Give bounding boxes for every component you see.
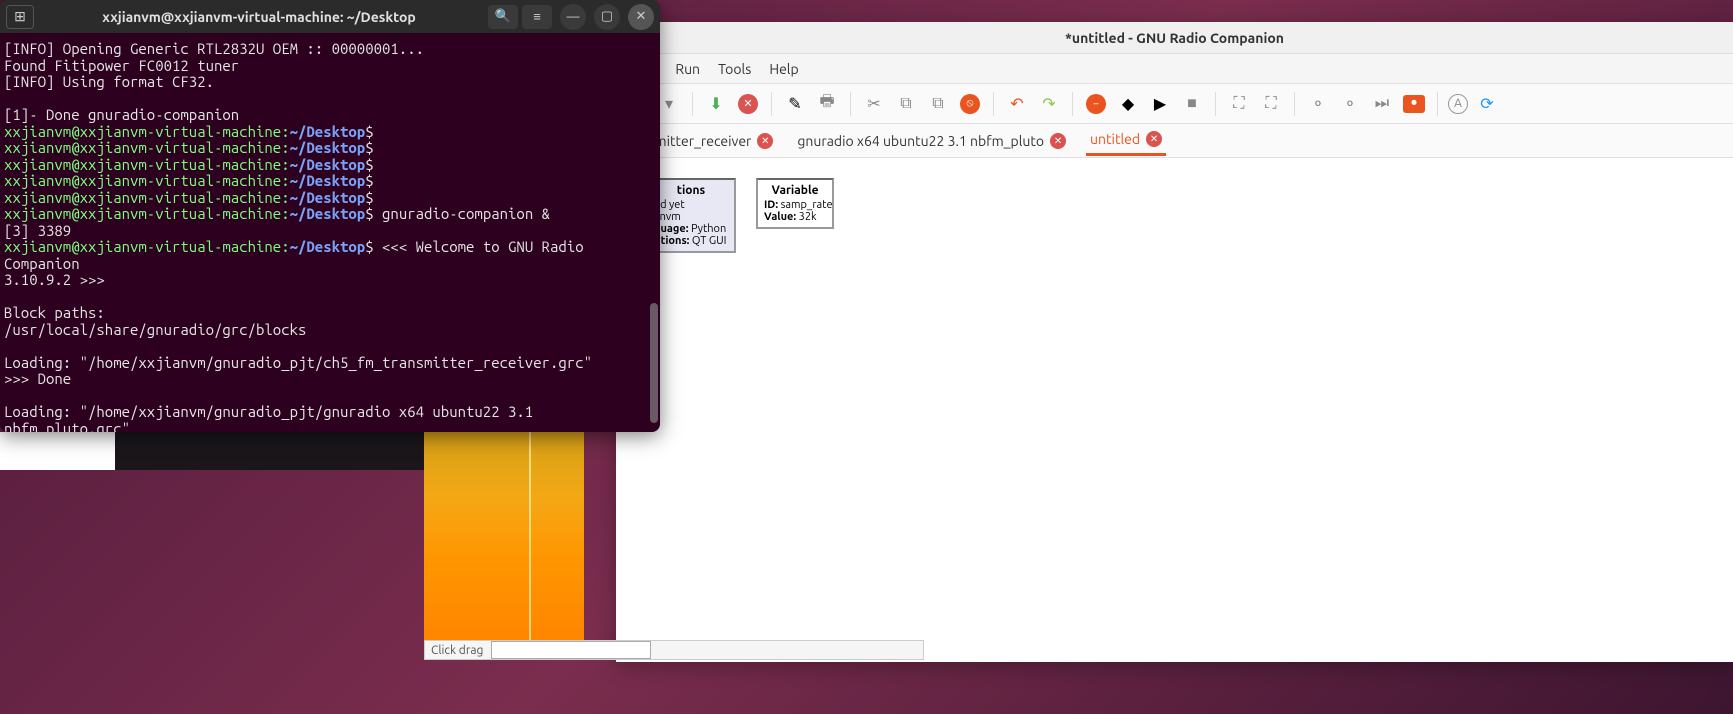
minimize-icon[interactable]: — xyxy=(560,4,586,30)
refresh-icon[interactable]: ⟳ xyxy=(1474,91,1500,117)
menu-icon[interactable]: ≡ xyxy=(522,5,552,29)
variable-block[interactable]: Variable ID: samp_rate Value: 32k xyxy=(756,178,834,229)
delete-icon[interactable]: − xyxy=(1083,91,1109,117)
close-file-icon[interactable]: ✕ xyxy=(735,91,761,117)
menu-help[interactable]: Help xyxy=(769,61,798,77)
terminal-body[interactable]: [INFO] Opening Generic RTL2832U OEM :: 0… xyxy=(0,33,660,432)
scrollbar[interactable] xyxy=(650,303,658,423)
spectrogram-plot xyxy=(424,432,584,647)
watermark: 知乎 @冯锵健 xyxy=(1397,549,1703,624)
edit-icon[interactable]: ✎ xyxy=(782,91,808,117)
close-icon[interactable]: ✕ xyxy=(1146,131,1162,147)
cut-icon[interactable]: ✂ xyxy=(861,91,887,117)
grc-menubar: View Run Tools Help xyxy=(616,54,1733,84)
print-icon[interactable]: 🖶 xyxy=(814,91,840,117)
new-tab-icon[interactable]: ⊞ xyxy=(6,5,34,29)
terminal-title: xxjianvm@xxjianvm-virtual-machine: ~/Des… xyxy=(34,9,484,25)
play-icon[interactable]: ▶ xyxy=(1147,91,1173,117)
dark-strip xyxy=(115,432,425,470)
tab-nbfm-pluto[interactable]: gnuradio x64 ubuntu22 3.1 nbfm_pluto ✕ xyxy=(793,127,1070,155)
close-icon[interactable]: ✕ xyxy=(628,4,654,30)
grc-statusbar: Click drag xyxy=(424,640,924,660)
grc-title: *untitled - GNU Radio Companion xyxy=(1065,30,1284,46)
grc-titlebar: *untitled - GNU Radio Companion xyxy=(616,22,1733,54)
zhihu-logo: 知乎 xyxy=(1397,552,1485,622)
status-input[interactable] xyxy=(491,641,651,659)
watermark-text: @冯锵健 xyxy=(1497,549,1703,624)
bulb-icon[interactable]: ◆ xyxy=(1115,91,1141,117)
info-icon[interactable]: A xyxy=(1448,94,1468,114)
grc-toolbar: 📋 ▾ ⬇ ✕ ✎ 🖶 ✂ ⧉ ⧉ ⦸ ↶ ↷ − ◆ ▶ ■ ⛶ ⛶ ⚬ ⚬ … xyxy=(616,84,1733,124)
copy-icon[interactable]: ⧉ xyxy=(893,91,919,117)
close-icon[interactable]: ✕ xyxy=(757,133,773,149)
search-icon[interactable]: 🔍 xyxy=(488,5,518,29)
menu-tools[interactable]: Tools xyxy=(718,61,751,77)
skip-icon[interactable]: ⏭ xyxy=(1369,91,1395,117)
cancel-icon[interactable]: ⦸ xyxy=(957,91,983,117)
undo-icon[interactable]: ↶ xyxy=(1004,91,1030,117)
stop-icon[interactable]: ■ xyxy=(1179,91,1205,117)
redo-icon[interactable]: ↷ xyxy=(1036,91,1062,117)
tree2-icon[interactable]: ⚬ xyxy=(1337,91,1363,117)
paste2-icon[interactable]: ⧉ xyxy=(925,91,951,117)
maximize-icon[interactable]: ▢ xyxy=(594,4,620,30)
terminal-titlebar[interactable]: ⊞ xxjianvm@xxjianvm-virtual-machine: ~/D… xyxy=(0,0,660,33)
spectrogram-center-line xyxy=(529,432,531,647)
record-icon[interactable]: ⏺ xyxy=(1401,91,1427,117)
close-icon[interactable]: ✕ xyxy=(1050,133,1066,149)
tab-untitled[interactable]: untitled ✕ xyxy=(1086,125,1166,156)
zoom1-icon[interactable]: ⛶ xyxy=(1226,91,1252,117)
tree1-icon[interactable]: ⚬ xyxy=(1305,91,1331,117)
zoom2-icon[interactable]: ⛶ xyxy=(1258,91,1284,117)
menu-run[interactable]: Run xyxy=(675,61,700,77)
save-icon[interactable]: ⬇ xyxy=(703,91,729,117)
terminal-window: ⊞ xxjianvm@xxjianvm-virtual-machine: ~/D… xyxy=(0,0,660,432)
grc-tabs: ransmitter_receiver ✕ gnuradio x64 ubunt… xyxy=(616,124,1733,158)
